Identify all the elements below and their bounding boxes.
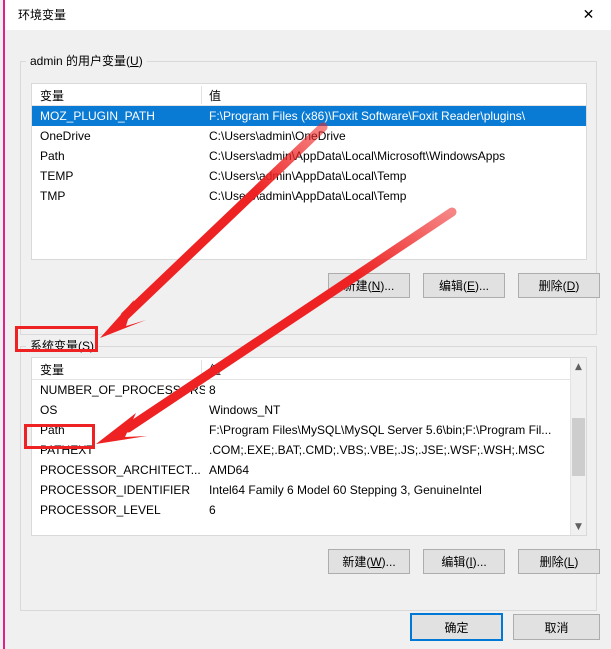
user-variables-listbox[interactable]: 变量 值 MOZ_PLUGIN_PATH F:\Program Files (x8… <box>31 83 587 260</box>
variable-value: C:\Users\admin\AppData\Local\Temp <box>209 169 407 183</box>
variable-name: NUMBER_OF_PROCESSORS <box>40 383 205 397</box>
variable-value: 6 <box>209 503 216 517</box>
variable-value: Intel64 Family 6 Model 60 Stepping 3, Ge… <box>209 483 482 497</box>
variable-value: C:\Users\admin\OneDrive <box>209 129 346 143</box>
user-variables-legend: admin 的用户变量(U) <box>26 54 147 68</box>
variable-name: PROCESSOR_IDENTIFIER <box>40 483 191 497</box>
system-delete-button[interactable]: 删除(L) <box>518 549 600 574</box>
user-delete-button[interactable]: 删除(D) <box>518 273 600 298</box>
table-row[interactable]: Path F:\Program Files\MySQL\MySQL Server … <box>32 420 586 440</box>
table-row[interactable]: MOZ_PLUGIN_PATH F:\Program Files (x86)\Fo… <box>32 106 586 126</box>
column-separator[interactable] <box>201 86 202 104</box>
table-row[interactable]: TEMP C:\Users\admin\AppData\Local\Temp <box>32 166 586 186</box>
system-col-variable[interactable]: 变量 <box>40 361 64 378</box>
table-row[interactable]: NUMBER_OF_PROCESSORS 8 <box>32 380 586 400</box>
cancel-button[interactable]: 取消 <box>513 614 600 640</box>
user-variables-rows: MOZ_PLUGIN_PATH F:\Program Files (x86)\Fo… <box>32 106 586 206</box>
user-variables-header: 变量 值 <box>32 84 586 106</box>
system-variables-listbox[interactable]: 变量 值 NUMBER_OF_PROCESSORS 8 OS Windows_NT Pa… <box>31 357 587 536</box>
variable-value: F:\Program Files (x86)\Foxit Software\Fo… <box>209 109 526 123</box>
user-col-value[interactable]: 值 <box>209 87 221 104</box>
variable-name: PROCESSOR_LEVEL <box>40 503 161 517</box>
variable-name: PROCESSOR_ARCHITECT... <box>40 463 201 477</box>
table-row[interactable]: Path C:\Users\admin\AppData\Local\Microso… <box>32 146 586 166</box>
system-col-value[interactable]: 值 <box>209 361 221 378</box>
variable-value: .COM;.EXE;.BAT;.CMD;.VBS;.VBE;.JS;.JSE;.… <box>209 443 545 457</box>
ok-button[interactable]: 确定 <box>410 613 503 641</box>
title-bar: 环境变量 ✕ <box>5 0 611 30</box>
user-col-variable[interactable]: 变量 <box>40 87 64 104</box>
variable-name: MOZ_PLUGIN_PATH <box>40 109 155 123</box>
close-icon[interactable]: ✕ <box>566 0 611 30</box>
variable-name: Path <box>40 423 65 437</box>
variable-value: 8 <box>209 383 216 397</box>
window-title: 环境变量 <box>18 8 67 22</box>
scrollbar-thumb[interactable] <box>572 418 585 476</box>
variable-value: F:\Program Files\MySQL\MySQL Server 5.6\… <box>209 423 552 437</box>
table-row[interactable]: PATHEXT .COM;.EXE;.BAT;.CMD;.VBS;.VBE;.JS… <box>32 440 586 460</box>
user-edit-button[interactable]: 编辑(E)... <box>423 273 505 298</box>
system-new-button[interactable]: 新建(W)... <box>328 549 410 574</box>
system-variables-scrollbar[interactable]: ▲ ▼ <box>570 358 586 535</box>
system-variables-rows: NUMBER_OF_PROCESSORS 8 OS Windows_NT Path F:\… <box>32 380 586 520</box>
variable-name: PATHEXT <box>40 443 94 457</box>
variable-name: Path <box>40 149 65 163</box>
variable-name: OneDrive <box>40 129 91 143</box>
variable-name: OS <box>40 403 58 417</box>
variable-value: AMD64 <box>209 463 250 477</box>
system-edit-button[interactable]: 编辑(I)... <box>423 549 505 574</box>
dialog-body: admin 的用户变量(U) 变量 值 MOZ_PLUGIN_PATH F:\Pr… <box>5 30 611 649</box>
table-row[interactable]: TMP C:\Users\admin\AppData\Local\Temp <box>32 186 586 206</box>
variable-value: C:\Users\admin\AppData\Local\Temp <box>209 189 407 203</box>
column-separator[interactable] <box>201 360 202 378</box>
scroll-up-icon[interactable]: ▲ <box>571 358 586 375</box>
table-row[interactable]: OneDrive C:\Users\admin\OneDrive <box>32 126 586 146</box>
variable-value: C:\Users\admin\AppData\Local\Microsoft\W… <box>209 149 506 163</box>
variable-name: TEMP <box>40 169 74 183</box>
scroll-down-icon[interactable]: ▼ <box>571 518 586 535</box>
variable-value: Windows_NT <box>209 403 281 417</box>
table-row[interactable]: PROCESSOR_IDENTIFIER Intel64 Family 6 Mod… <box>32 480 586 500</box>
table-row[interactable]: PROCESSOR_LEVEL 6 <box>32 500 586 520</box>
user-new-button[interactable]: 新建(N)... <box>328 273 410 298</box>
system-variables-header: 变量 值 <box>32 358 586 380</box>
system-variables-legend: 系统变量(S) <box>26 339 99 353</box>
variable-name: TMP <box>40 189 66 203</box>
table-row[interactable]: OS Windows_NT <box>32 400 586 420</box>
environment-variables-dialog: 环境变量 ✕ admin 的用户变量(U) 变量 值 MOZ_PLUGIN_PA… <box>0 0 611 649</box>
table-row[interactable]: PROCESSOR_ARCHITECT... AMD64 <box>32 460 586 480</box>
